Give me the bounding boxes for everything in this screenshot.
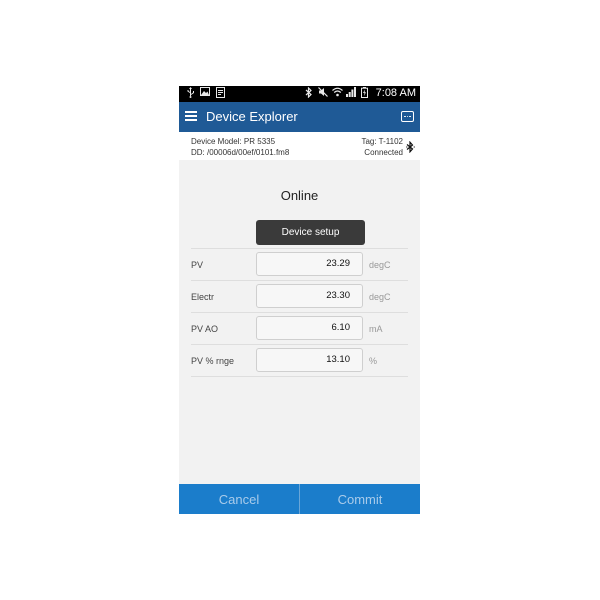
app-title: Device Explorer	[206, 109, 298, 124]
device-dd: DD: /00006d/00ef/0101.fm8	[191, 148, 290, 157]
parameter-label: PV % rnge	[191, 356, 235, 366]
status-right-icons: 7:08 AM	[304, 86, 416, 99]
parameter-value-field[interactable]: 13.10	[256, 348, 363, 372]
chat-bubble-icon[interactable]	[401, 111, 414, 122]
parameter-row-electr: Electr 23.30 degC	[191, 281, 408, 313]
parameter-row-pv-range: PV % rnge 13.10 %	[191, 345, 408, 377]
cancel-button[interactable]: Cancel	[179, 484, 299, 514]
status-time: 7:08 AM	[375, 87, 416, 99]
parameter-value-field[interactable]: 23.30	[256, 284, 363, 308]
parameter-unit: mA	[369, 324, 383, 334]
parameter-label: PV AO	[191, 324, 219, 334]
parameter-label: Electr	[191, 292, 215, 302]
parameter-label: PV	[191, 260, 204, 270]
wifi-icon	[331, 87, 343, 99]
device-info-header: Device Model: PR 5335 DD: /00006d/00ef/0…	[179, 132, 420, 160]
parameter-value-field[interactable]: 23.29	[256, 252, 363, 276]
image-icon	[200, 87, 210, 99]
status-left-icons	[185, 87, 225, 99]
parameter-list: PV 23.29 degC Electr 23.30 degC PV AO 6.…	[191, 248, 408, 377]
parameter-unit: %	[369, 356, 378, 366]
document-icon	[215, 87, 225, 99]
parameter-row-pv: PV 23.29 degC	[191, 249, 408, 281]
parameter-unit: degC	[369, 292, 391, 302]
signal-icon	[345, 87, 356, 99]
status-bar: 7:08 AM	[179, 86, 420, 102]
parameter-value-field[interactable]: 6.10	[256, 316, 363, 340]
connection-status: Connected	[364, 148, 403, 157]
battery-icon	[360, 87, 370, 99]
bluetooth-icon	[406, 140, 416, 154]
parameter-unit: degC	[369, 260, 391, 270]
bottom-action-bar: Cancel Commit	[179, 484, 420, 514]
device-tag: Tag: T-1102	[361, 137, 403, 146]
mute-icon	[317, 87, 328, 99]
commit-button[interactable]: Commit	[300, 484, 420, 514]
device-model: Device Model: PR 5335	[191, 137, 276, 146]
usb-icon	[185, 87, 195, 99]
device-setup-button[interactable]: Device setup	[256, 220, 365, 245]
app-bar: Device Explorer	[179, 102, 420, 132]
parameter-row-pv-ao: PV AO 6.10 mA	[191, 313, 408, 345]
hamburger-menu-icon[interactable]	[185, 111, 197, 121]
bluetooth-icon	[304, 86, 314, 99]
status-heading: Online	[280, 188, 319, 203]
phone-screen: 7:08 AM Device Explorer Device Model: PR…	[179, 86, 420, 514]
